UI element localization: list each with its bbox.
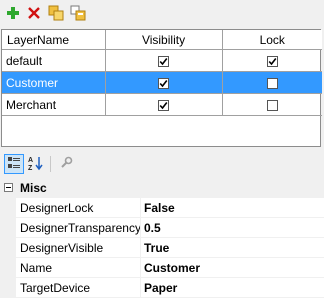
column-divider bbox=[140, 278, 141, 298]
lock-cell bbox=[222, 93, 322, 116]
property-row[interactable]: TargetDevice Paper bbox=[0, 278, 324, 298]
column-divider bbox=[140, 258, 141, 278]
delete-icon bbox=[27, 6, 41, 20]
column-divider bbox=[140, 238, 141, 258]
property-name: DesignerTransparency bbox=[20, 221, 141, 235]
row-gutter bbox=[0, 238, 16, 258]
delete-layer-button[interactable] bbox=[25, 4, 43, 22]
row-gutter bbox=[0, 258, 16, 278]
paste-icon bbox=[70, 5, 86, 21]
column-divider bbox=[140, 198, 141, 218]
visibility-cell bbox=[105, 93, 223, 116]
layer-toolbar bbox=[0, 0, 324, 28]
lock-cell bbox=[222, 71, 322, 94]
property-name: TargetDevice bbox=[20, 281, 91, 295]
layer-name-cell[interactable]: Customer bbox=[2, 71, 106, 94]
column-header-visibility[interactable]: Visibility bbox=[105, 30, 223, 50]
paste-layer-button[interactable] bbox=[69, 4, 87, 22]
layer-name-cell[interactable]: default bbox=[2, 49, 106, 72]
property-row[interactable]: DesignerTransparency 0.5 bbox=[0, 218, 324, 238]
lock-checkbox[interactable] bbox=[266, 99, 278, 111]
alphabetical-button[interactable]: A Z bbox=[26, 154, 46, 174]
alphabetical-sort-icon: A Z bbox=[28, 155, 44, 174]
property-row[interactable]: DesignerVisible True bbox=[0, 238, 324, 258]
property-grid-toolbar: A Z bbox=[0, 151, 324, 175]
copy-layer-button[interactable] bbox=[47, 4, 65, 22]
layer-row[interactable]: Merchant bbox=[2, 93, 322, 116]
category-label: Misc bbox=[20, 181, 47, 195]
property-grid: Misc DesignerLock False DesignerTransparen… bbox=[0, 178, 324, 302]
property-value[interactable]: Paper bbox=[144, 281, 177, 295]
visibility-cell bbox=[105, 71, 223, 94]
property-name: Name bbox=[20, 261, 53, 275]
row-gutter bbox=[0, 198, 16, 218]
property-pages-icon bbox=[59, 156, 73, 173]
property-row[interactable]: Name Customer bbox=[0, 258, 324, 278]
property-name: DesignerVisible bbox=[20, 241, 104, 255]
visibility-checkbox[interactable] bbox=[158, 77, 169, 89]
property-value[interactable]: Customer bbox=[144, 261, 200, 275]
row-gutter bbox=[0, 278, 16, 298]
property-value[interactable]: False bbox=[144, 201, 175, 215]
property-value[interactable]: True bbox=[144, 241, 169, 255]
categorized-button[interactable] bbox=[4, 154, 24, 174]
row-divider bbox=[16, 297, 324, 298]
svg-text:Z: Z bbox=[28, 165, 33, 171]
layer-row[interactable]: Customer bbox=[2, 71, 322, 94]
collapse-icon[interactable] bbox=[4, 183, 13, 192]
toolbar-separator bbox=[50, 156, 51, 172]
categorized-icon bbox=[7, 156, 21, 173]
grid-header-row: LayerName Visibility Lock bbox=[2, 30, 322, 50]
add-icon bbox=[6, 6, 20, 20]
svg-text:A: A bbox=[28, 157, 33, 164]
visibility-cell bbox=[105, 49, 223, 72]
column-header-lock[interactable]: Lock bbox=[222, 30, 322, 50]
property-value[interactable]: 0.5 bbox=[144, 221, 161, 235]
lock-checkbox[interactable] bbox=[266, 55, 278, 67]
add-layer-button[interactable] bbox=[4, 4, 22, 22]
row-gutter bbox=[0, 218, 16, 238]
copy-icon bbox=[48, 5, 64, 21]
layers-grid: LayerName Visibility Lock default Custome… bbox=[1, 29, 322, 147]
column-header-layername[interactable]: LayerName bbox=[2, 30, 106, 50]
property-name: DesignerLock bbox=[20, 201, 94, 215]
visibility-checkbox[interactable] bbox=[158, 55, 169, 67]
category-row-misc[interactable]: Misc bbox=[0, 178, 324, 198]
property-row[interactable]: DesignerLock False bbox=[0, 198, 324, 218]
layer-row[interactable]: default bbox=[2, 49, 322, 72]
visibility-checkbox[interactable] bbox=[158, 99, 169, 111]
property-pages-button[interactable] bbox=[56, 154, 76, 174]
layer-name-cell[interactable]: Merchant bbox=[2, 93, 106, 116]
lock-cell bbox=[222, 49, 322, 72]
lock-checkbox[interactable] bbox=[266, 77, 278, 89]
column-divider bbox=[140, 218, 141, 238]
